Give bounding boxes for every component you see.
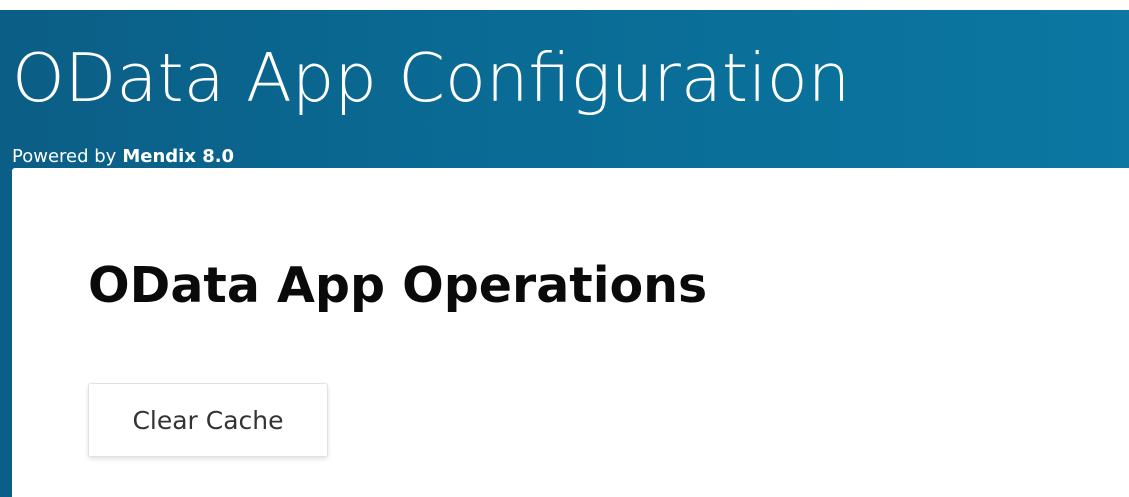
page-title: OData App Operations [88, 257, 708, 314]
powered-by: Powered by Mendix 8.0 [12, 146, 234, 168]
platform-version: Mendix 8.0 [122, 146, 235, 167]
app-header: OData App Configuration Powered by Mendix… [0, 10, 1129, 168]
clear-cache-button[interactable]: Clear Cache [88, 383, 328, 457]
powered-by-label: Powered by [12, 146, 117, 167]
top-strip [0, 0, 1129, 10]
app-window: OData App Configuration Powered by Mendix… [0, 0, 1129, 497]
main-content: OData App Operations Clear Cache [12, 168, 1129, 497]
app-title: OData App Configuration [12, 39, 851, 117]
